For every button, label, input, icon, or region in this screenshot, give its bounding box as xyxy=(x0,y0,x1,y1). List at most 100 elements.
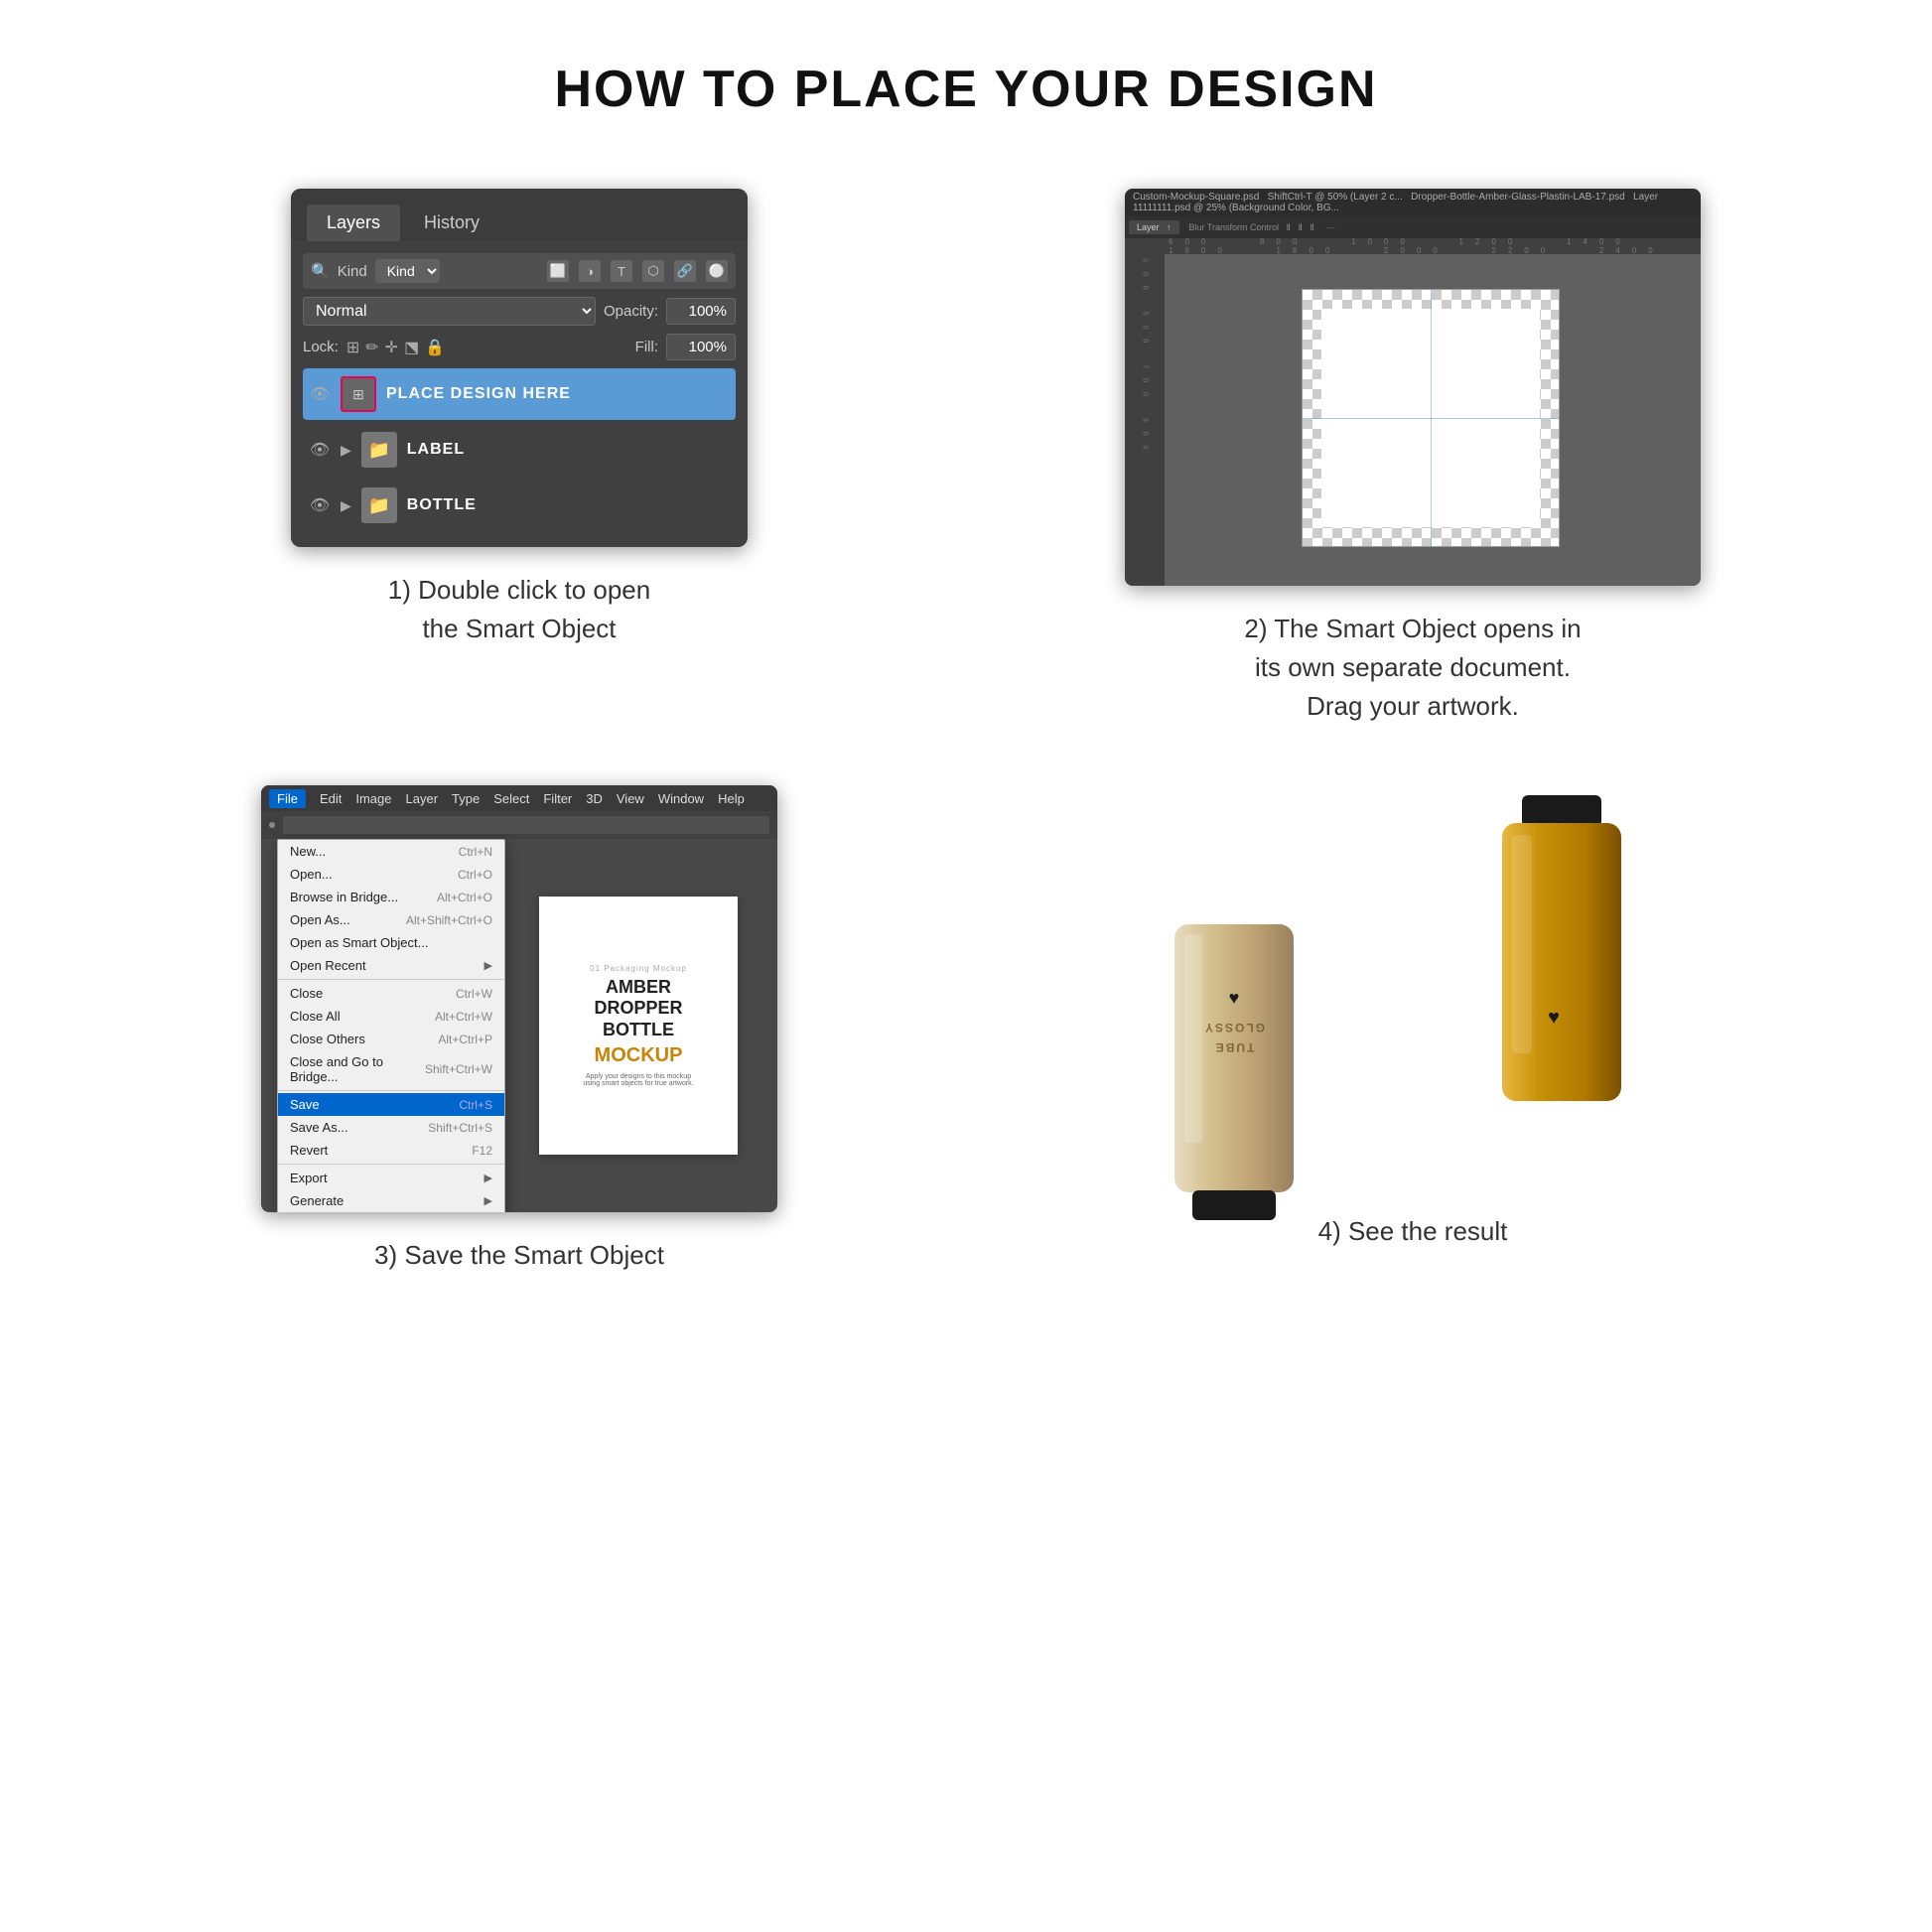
tube1-container: GLOSSY TUBE MOCKUP ♥ xyxy=(1492,795,1641,1113)
menu-select[interactable]: Select xyxy=(493,791,529,806)
layer-name-label: LABEL xyxy=(407,441,465,459)
menu-divider-2 xyxy=(278,1090,504,1091)
lock-icon-brush: ✏ xyxy=(365,338,378,357)
svg-text:GLOSSY: GLOSSY xyxy=(1203,1021,1265,1035)
lock-icon-lock: 🔒 xyxy=(425,338,445,357)
menu-file[interactable]: File xyxy=(269,789,306,808)
chevron-label: ▶ xyxy=(341,442,351,459)
menu-item-new[interactable]: New...Ctrl+N xyxy=(278,840,504,863)
chevron-bottle: ▶ xyxy=(341,497,351,514)
layers-tabs-bar: Layers History xyxy=(291,189,748,241)
menu-edit[interactable]: Edit xyxy=(320,791,342,806)
menu-item-save[interactable]: SaveCtrl+S xyxy=(278,1093,504,1116)
menu-view[interactable]: View xyxy=(617,791,644,806)
lock-fill-row: Lock: ⊞ ✏ ✛ ⬔ 🔒 Fill: 100% xyxy=(303,334,736,360)
ps-canvas-area: 600 800 1000 1200 1400 1600 1800 2000 22… xyxy=(1125,238,1701,586)
cell-canvas: Custom-Mockup-Square.psd ShiftCtrl-T @ 5… xyxy=(966,169,1860,765)
layer-item-label[interactable]: 👁 ▶ 📁 LABEL xyxy=(303,424,736,476)
layer-item-bottle[interactable]: 👁 ▶ 📁 BOTTLE xyxy=(303,480,736,531)
eye-icon-label[interactable]: 👁 xyxy=(309,439,331,461)
layer-icon-more: ⚪ xyxy=(706,260,728,282)
menu-filter[interactable]: Filter xyxy=(543,791,572,806)
doc-title-main: AMBERDROPPERBOTTLE xyxy=(594,977,682,1041)
ps-tab-1[interactable]: Layer ↑ xyxy=(1129,220,1179,234)
caption-3: 3) Save the Smart Object xyxy=(374,1236,664,1275)
cell-result: GLOSSY TUBE MOCKUP ♥ xyxy=(966,765,1860,1362)
doc-subtitle: 01 Packaging Mockup xyxy=(590,964,687,973)
menu-window[interactable]: Window xyxy=(658,791,704,806)
fill-label: Fill: xyxy=(635,339,658,355)
cell-save: File Edit Image Layer Type Select Filter… xyxy=(72,765,966,1362)
menu-item-browse[interactable]: Browse in Bridge...Alt+Ctrl+O xyxy=(278,886,504,908)
menu-item-open[interactable]: Open...Ctrl+O xyxy=(278,863,504,886)
ps-file-window: File Edit Image Layer Type Select Filter… xyxy=(261,785,777,1212)
menu-help[interactable]: Help xyxy=(718,791,745,806)
ps-toolbar-strip xyxy=(261,811,777,839)
fill-value[interactable]: 100% xyxy=(666,334,736,360)
menu-3d[interactable]: 3D xyxy=(586,791,603,806)
ps-doc-page: 01 Packaging Mockup AMBERDROPPERBOTTLE M… xyxy=(539,897,738,1155)
menu-item-recent[interactable]: Open Recent▶ xyxy=(278,954,504,977)
menu-item-close[interactable]: CloseCtrl+W xyxy=(278,982,504,1005)
folder-thumb-label: 📁 xyxy=(361,432,397,468)
menu-image[interactable]: Image xyxy=(355,791,391,806)
tube1-svg: GLOSSY TUBE MOCKUP ♥ xyxy=(1492,795,1641,1133)
caption-4: 4) See the result xyxy=(1318,1212,1508,1251)
blend-mode-select[interactable]: Normal xyxy=(303,297,596,326)
lock-label: Lock: xyxy=(303,339,339,355)
layer-name-design: PLACE DESIGN HERE xyxy=(386,385,571,403)
menu-item-closeothers[interactable]: Close OthersAlt+Ctrl+P xyxy=(278,1028,504,1050)
layer-icon-pixel: ⬜ xyxy=(547,260,569,282)
menu-item-export[interactable]: Export▶ xyxy=(278,1167,504,1189)
menu-item-saveas[interactable]: Save As...Shift+Ctrl+S xyxy=(278,1116,504,1139)
layer-icon-shape: ⬡ xyxy=(642,260,664,282)
caption-2: 2) The Smart Object opens in its own sep… xyxy=(1244,610,1581,726)
eye-icon-bottle[interactable]: 👁 xyxy=(309,494,331,516)
svg-text:MOCKUP: MOCKUP xyxy=(1623,999,1638,1068)
menu-item-openas[interactable]: Open As...Alt+Shift+Ctrl+O xyxy=(278,908,504,931)
kind-label: 🔍 xyxy=(311,262,330,280)
ps-menubar: File Edit Image Layer Type Select Filter… xyxy=(261,785,777,811)
svg-text:TUBE: TUBE xyxy=(1214,1040,1255,1054)
tube-result-area: GLOSSY TUBE MOCKUP ♥ xyxy=(1125,785,1701,1212)
ps-topbar: Custom-Mockup-Square.psd ShiftCtrl-T @ 5… xyxy=(1125,189,1701,216)
layer-icon-type: T xyxy=(611,260,632,282)
layer-icon-smart: 🔗 xyxy=(674,260,696,282)
lock-icon-grid: ⊞ xyxy=(346,338,359,357)
menu-divider-3 xyxy=(278,1164,504,1165)
menu-item-opensmart[interactable]: Open as Smart Object... xyxy=(278,931,504,954)
menu-divider-1 xyxy=(278,979,504,980)
toolbar-dot xyxy=(269,822,275,828)
doc-desc: Apply your designs to this mockupusing s… xyxy=(583,1073,693,1087)
tab-history[interactable]: History xyxy=(404,205,499,241)
svg-text:♥: ♥ xyxy=(1548,1007,1560,1029)
folder-thumb-bottle: 📁 xyxy=(361,487,397,523)
ps-topbar-text: Custom-Mockup-Square.psd ShiftCtrl-T @ 5… xyxy=(1133,192,1693,213)
menu-type[interactable]: Type xyxy=(452,791,480,806)
layers-body: 🔍 Kind Kind ⬜ ◑ T ⬡ 🔗 ⚪ xyxy=(291,241,748,547)
kind-filter-row: 🔍 Kind Kind ⬜ ◑ T ⬡ 🔗 ⚪ xyxy=(303,253,736,289)
doc-title-brand: MOCKUP xyxy=(595,1044,683,1067)
tube2-container: GLOSSY TUBE ♥ xyxy=(1165,904,1304,1202)
tube2-svg: GLOSSY TUBE ♥ xyxy=(1165,904,1304,1222)
menu-item-generate[interactable]: Generate▶ xyxy=(278,1189,504,1212)
page-title: HOW TO PLACE YOUR DESIGN xyxy=(0,0,1932,169)
layers-panel: Layers History 🔍 Kind Kind ⬜ ◑ T ⬡ xyxy=(291,189,748,547)
ps-canvas xyxy=(1302,289,1560,547)
lock-icon-artboard: ⬔ xyxy=(404,338,419,357)
ps-canvas-window: Custom-Mockup-Square.psd ShiftCtrl-T @ 5… xyxy=(1125,189,1701,586)
kind-select[interactable]: Kind xyxy=(375,259,440,283)
menu-item-revert[interactable]: RevertF12 xyxy=(278,1139,504,1162)
cell-layers: Layers History 🔍 Kind Kind ⬜ ◑ T ⬡ xyxy=(72,169,966,765)
menu-item-closeall[interactable]: Close AllAlt+Ctrl+W xyxy=(278,1005,504,1028)
lock-icon-move: ✛ xyxy=(385,338,398,357)
kind-text: Kind xyxy=(338,263,367,280)
layer-thumb-design: ⊞ xyxy=(341,376,376,412)
layer-item-design[interactable]: 👁 ⊞ PLACE DESIGN HERE xyxy=(303,368,736,420)
opacity-value[interactable]: 100% xyxy=(666,298,736,325)
menu-item-closebridge[interactable]: Close and Go to Bridge...Shift+Ctrl+W xyxy=(278,1050,504,1088)
menu-layer[interactable]: Layer xyxy=(406,791,439,806)
layer-type-icons: ⬜ ◑ T ⬡ 🔗 ⚪ xyxy=(547,260,728,282)
eye-icon-design[interactable]: 👁 xyxy=(309,383,331,405)
tab-layers[interactable]: Layers xyxy=(307,205,400,241)
